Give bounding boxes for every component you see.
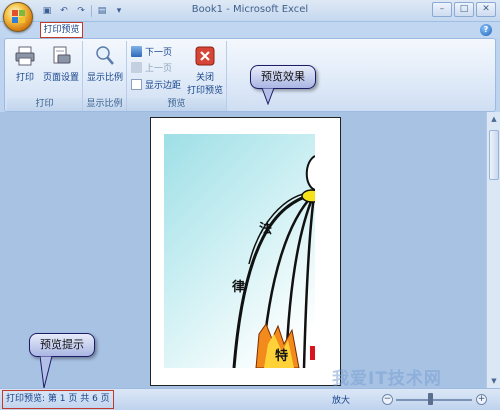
next-page-button[interactable]: 下一页	[131, 45, 172, 58]
group-zoom: 显示比例 显示比例	[83, 41, 127, 111]
title-bar: ▣ ↶ ↷ ▤ ▾ Book1 - Microsoft Excel – □ ✕	[0, 0, 500, 22]
window-controls: – □ ✕	[432, 2, 496, 17]
print-button[interactable]: 打印	[11, 45, 39, 83]
next-page-label: 下一页	[145, 48, 173, 58]
group-print-label: 打印	[7, 98, 82, 111]
page-setup-label: 页面设置	[42, 73, 79, 83]
preview-char-lv: 律	[232, 280, 246, 295]
show-margins-checkbox[interactable]: 显示边距	[131, 78, 181, 91]
page-setup-button[interactable]: 页面设置	[41, 45, 81, 83]
maximize-button[interactable]: □	[454, 2, 474, 17]
callout-preview-tip: 预览提示	[29, 333, 95, 357]
group-preview: 下一页 上一页 显示边距 关闭 打印预览 预览	[127, 41, 227, 111]
previous-page-label: 上一页	[145, 64, 173, 74]
previous-page-button[interactable]: 上一页	[131, 61, 172, 74]
scroll-thumb[interactable]	[489, 130, 499, 180]
close-preview-icon	[194, 45, 216, 67]
zoom-in-button[interactable]: +	[476, 394, 487, 405]
callout-preview-effect-tail	[262, 88, 275, 106]
preview-char-fa: 法	[259, 222, 273, 237]
group-preview-label: 预览	[127, 98, 226, 111]
help-icon[interactable]: ?	[480, 24, 492, 36]
magnifier-icon	[94, 45, 116, 67]
page-setup-icon	[50, 45, 72, 67]
zoom-slider-track[interactable]	[396, 399, 472, 401]
next-page-icon	[131, 46, 142, 57]
window-title: Book1 - Microsoft Excel	[191, 4, 309, 15]
zoom-level-label: 放大	[332, 396, 351, 406]
status-page-info: 打印预览: 第 1 页 共 6 页	[2, 390, 114, 409]
group-zoom-label: 显示比例	[83, 98, 126, 111]
preview-illustration	[164, 134, 315, 368]
status-bar: 打印预览: 第 1 页 共 6 页 放大 − +	[0, 388, 500, 410]
group-print: 打印 页面设置 打印	[7, 41, 83, 111]
scroll-down-icon[interactable]: ▼	[487, 374, 500, 388]
watermark: 我爱IT技术网	[332, 369, 442, 389]
previous-page-icon	[131, 62, 142, 73]
zoom-label: 显示比例	[86, 73, 123, 83]
callout-preview-tip-tail	[40, 356, 53, 389]
zoom-button[interactable]: 显示比例	[85, 45, 125, 83]
tab-print-preview[interactable]: 打印预览	[40, 22, 83, 38]
vertical-scrollbar[interactable]: ▲ ▼	[486, 112, 500, 388]
close-label-line2: 打印预览	[186, 86, 223, 96]
printer-icon	[14, 45, 36, 67]
checkbox-icon	[131, 79, 142, 90]
show-margins-label: 显示边距	[145, 81, 182, 91]
preview-char-te: 特	[275, 349, 289, 364]
office-logo-icon	[12, 10, 25, 23]
scroll-up-icon[interactable]: ▲	[487, 112, 500, 126]
close-print-preview-button[interactable]: 关闭 打印预览	[185, 45, 225, 96]
callout-preview-effect: 预览效果	[250, 65, 316, 89]
close-window-button[interactable]: ✕	[476, 2, 496, 17]
office-button[interactable]	[3, 2, 33, 32]
minimize-button[interactable]: –	[432, 2, 452, 17]
zoom-out-button[interactable]: −	[382, 394, 393, 405]
illustration-drawing	[232, 155, 315, 368]
close-label-line1: 关闭	[195, 73, 214, 83]
zoom-slider-thumb[interactable]	[428, 393, 433, 405]
print-label: 打印	[15, 73, 34, 83]
